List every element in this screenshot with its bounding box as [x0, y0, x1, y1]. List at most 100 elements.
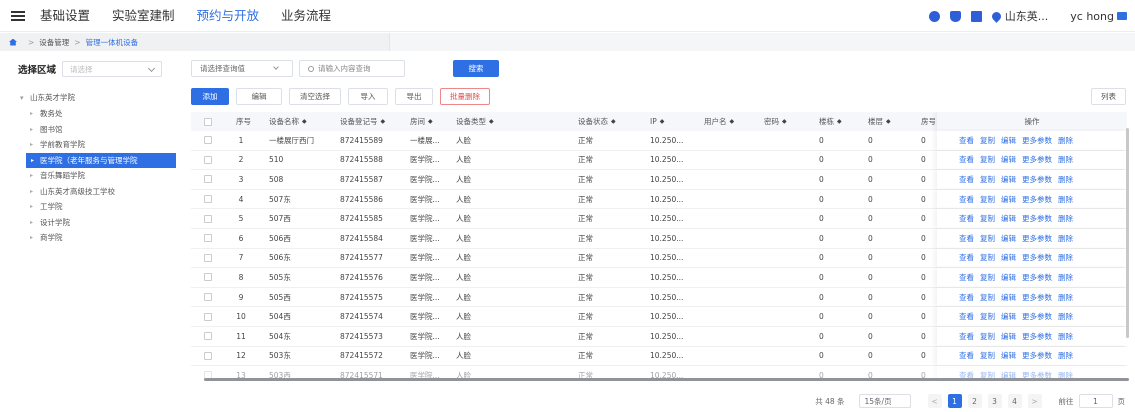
delete-link[interactable]: 删除 [1058, 350, 1073, 361]
sort-icon[interactable]: ◆ [730, 118, 735, 125]
sort-icon[interactable]: ◆ [611, 118, 616, 125]
more-params-link[interactable]: 更多参数 [1022, 350, 1052, 361]
tree-node[interactable]: 音乐舞蹈学院 [18, 168, 176, 184]
header-device-type[interactable]: 设备类型 ◆ [456, 112, 494, 131]
query-field-select[interactable]: 请选择查询值 [191, 60, 293, 77]
delete-link[interactable]: 删除 [1058, 154, 1073, 165]
page-size-select[interactable]: 15条/页 [858, 394, 911, 408]
view-link[interactable]: 查看 [959, 292, 974, 303]
table-row[interactable]: 1 一楼展厅西门 872415589 一楼展... 人脸 正常 10.250... 0 0 0 查看… [191, 131, 1127, 151]
page-button[interactable]: 3 [987, 394, 1002, 408]
table-row[interactable]: 5 507西 872415585 医学院... 人脸 正常 10.250... 0 0 0 查看 复制… [191, 209, 1127, 229]
area-select[interactable]: 请选择 [62, 61, 162, 77]
delete-link[interactable]: 删除 [1058, 233, 1073, 244]
header-building[interactable]: 楼栋 ◆ [819, 112, 842, 131]
row-checkbox[interactable] [204, 151, 212, 170]
delete-link[interactable]: 删除 [1058, 292, 1073, 303]
table-row[interactable]: 10 504西 872415574 医学院... 人脸 正常 10.250... 0 0 0 查看复… [191, 307, 1127, 327]
goto-page-input[interactable]: 1 [1078, 394, 1113, 408]
sort-icon[interactable]: ◆ [381, 118, 386, 125]
header-ip[interactable]: IP ◆ [650, 112, 664, 131]
row-checkbox[interactable] [204, 170, 212, 189]
delete-link[interactable]: 删除 [1058, 252, 1073, 263]
help-icon[interactable] [928, 10, 940, 22]
school-name[interactable]: 山东英... [1005, 8, 1049, 24]
table-row[interactable]: 12 503东 872415572 医学院... 人脸 正常 10.250... 0 0 0 查看复… [191, 346, 1127, 367]
batch-delete-button[interactable]: 批量删除 [440, 88, 490, 105]
table-row[interactable]: 2 510 872415588 医学院... 人脸 正常 10.250... 0 0 0 查看 复制编… [191, 150, 1127, 171]
edit-link[interactable]: 编辑 [1001, 135, 1016, 146]
copy-link[interactable]: 复制 [980, 252, 995, 263]
sort-icon[interactable]: ◆ [428, 118, 433, 125]
page-button[interactable]: 1 [947, 394, 962, 408]
view-link[interactable]: 查看 [959, 252, 974, 263]
sort-icon[interactable]: ◆ [660, 118, 665, 125]
edit-link[interactable]: 编辑 [1001, 272, 1016, 283]
header-reg-no[interactable]: 设备登记号 ◆ [340, 112, 385, 131]
copy-link[interactable]: 复制 [980, 311, 995, 322]
clear-selection-button[interactable]: 清空选择 [289, 88, 341, 105]
nav-booking[interactable]: 预约与开放 [197, 0, 260, 32]
more-params-link[interactable]: 更多参数 [1022, 135, 1052, 146]
copy-link[interactable]: 复制 [980, 194, 995, 205]
import-button[interactable]: 导入 [348, 88, 388, 105]
more-params-link[interactable]: 更多参数 [1022, 311, 1052, 322]
more-params-link[interactable]: 更多参数 [1022, 292, 1052, 303]
nav-lab-setup[interactable]: 实验室建制 [112, 0, 175, 32]
view-link[interactable]: 查看 [959, 331, 974, 342]
header-device-name[interactable]: 设备名称 ◆ [269, 112, 307, 131]
row-checkbox[interactable] [204, 347, 212, 366]
copy-link[interactable]: 复制 [980, 272, 995, 283]
more-params-link[interactable]: 更多参数 [1022, 331, 1052, 342]
table-row[interactable]: 6 506西 872415584 医学院... 人脸 正常 10.250... 0 0 0 查看 复制… [191, 228, 1127, 249]
next-page-button[interactable]: > [1027, 394, 1042, 408]
delete-link[interactable]: 删除 [1058, 311, 1073, 322]
edit-button[interactable]: 编辑 [236, 88, 282, 105]
bell-icon[interactable] [949, 10, 961, 22]
row-checkbox[interactable] [204, 209, 212, 228]
view-link[interactable]: 查看 [959, 311, 974, 322]
edit-link[interactable]: 编辑 [1001, 331, 1016, 342]
view-link[interactable]: 查看 [959, 350, 974, 361]
tree-node[interactable]: 设计学院 [18, 215, 176, 231]
edit-link[interactable]: 编辑 [1001, 350, 1016, 361]
more-params-link[interactable]: 更多参数 [1022, 272, 1052, 283]
edit-link[interactable]: 编辑 [1001, 252, 1016, 263]
sort-icon[interactable]: ◆ [489, 118, 494, 125]
page-button[interactable]: 4 [1007, 394, 1022, 408]
more-params-link[interactable]: 更多参数 [1022, 233, 1052, 244]
breadcrumb-item[interactable]: 设备管理 [39, 37, 69, 48]
view-link[interactable]: 查看 [959, 194, 974, 205]
header-floor[interactable]: 楼层 ◆ [868, 112, 891, 131]
home-icon[interactable] [9, 38, 17, 46]
page-button[interactable]: 2 [967, 394, 982, 408]
header-username[interactable]: 用户名 ◆ [704, 112, 734, 131]
sort-icon[interactable]: ◆ [837, 118, 842, 125]
copy-link[interactable]: 复制 [980, 174, 995, 185]
more-params-link[interactable]: 更多参数 [1022, 154, 1052, 165]
sort-icon[interactable]: ◆ [886, 118, 891, 125]
menu-icon[interactable] [0, 0, 36, 32]
row-checkbox[interactable] [204, 268, 212, 287]
table-row[interactable]: 8 505东 872415576 医学院... 人脸 正常 10.250... 0 0 0 查看 复制… [191, 268, 1127, 288]
more-params-link[interactable]: 更多参数 [1022, 252, 1052, 263]
edit-link[interactable]: 编辑 [1001, 213, 1016, 224]
more-params-link[interactable]: 更多参数 [1022, 213, 1052, 224]
edit-link[interactable]: 编辑 [1001, 194, 1016, 205]
tree-node[interactable]: 医学院（老年服务与管理学院 [26, 152, 176, 168]
export-button[interactable]: 导出 [395, 88, 433, 105]
row-checkbox[interactable] [204, 307, 212, 326]
tree-node[interactable]: 工学院 [18, 199, 176, 215]
tree-node[interactable]: 山东英才高级技工学校 [18, 184, 176, 200]
view-link[interactable]: 查看 [959, 233, 974, 244]
tree-node[interactable]: 学前教育学院 [18, 137, 176, 153]
copy-link[interactable]: 复制 [980, 135, 995, 146]
row-checkbox[interactable] [204, 249, 212, 268]
user-name[interactable]: yc hong [1070, 10, 1114, 23]
delete-link[interactable]: 删除 [1058, 331, 1073, 342]
copy-link[interactable]: 复制 [980, 350, 995, 361]
row-checkbox[interactable] [204, 288, 212, 307]
view-link[interactable]: 查看 [959, 174, 974, 185]
tree-node[interactable]: 教务处 [18, 106, 176, 122]
select-all-checkbox[interactable] [204, 112, 212, 131]
